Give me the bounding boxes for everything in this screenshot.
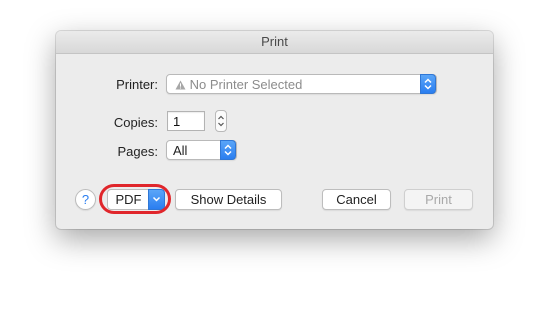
pages-label: Pages:	[117, 144, 158, 159]
screen: Print Printer: No Printer Selected Copie…	[0, 0, 549, 310]
printer-value: No Printer Selected	[189, 77, 303, 92]
stepper-chevron-icon	[218, 115, 224, 127]
printer-popup[interactable]: No Printer Selected	[166, 74, 437, 94]
pages-popup-arrows[interactable]	[220, 140, 236, 160]
up-down-chevron-icon	[424, 78, 432, 90]
help-button[interactable]: ?	[75, 189, 96, 210]
pdf-highlight-annotation	[99, 184, 171, 214]
copies-stepper[interactable]	[215, 110, 227, 132]
copies-field[interactable]: 1	[167, 111, 205, 131]
window-title: Print	[261, 34, 288, 49]
print-button[interactable]: Print	[404, 189, 473, 210]
printer-value-wrap: No Printer Selected	[175, 76, 302, 93]
pages-popup[interactable]: All	[166, 140, 237, 160]
pages-value: All	[173, 143, 188, 158]
copies-label: Copies:	[113, 115, 158, 130]
show-details-button[interactable]: Show Details	[175, 189, 282, 210]
printer-label: Printer:	[116, 77, 158, 92]
up-down-chevron-icon	[224, 144, 232, 156]
warning-icon	[175, 80, 186, 90]
copies-value: 1	[173, 114, 181, 129]
cancel-button[interactable]: Cancel	[322, 189, 391, 210]
printer-popup-arrows[interactable]	[420, 74, 436, 94]
title-bar[interactable]: Print	[56, 31, 493, 54]
